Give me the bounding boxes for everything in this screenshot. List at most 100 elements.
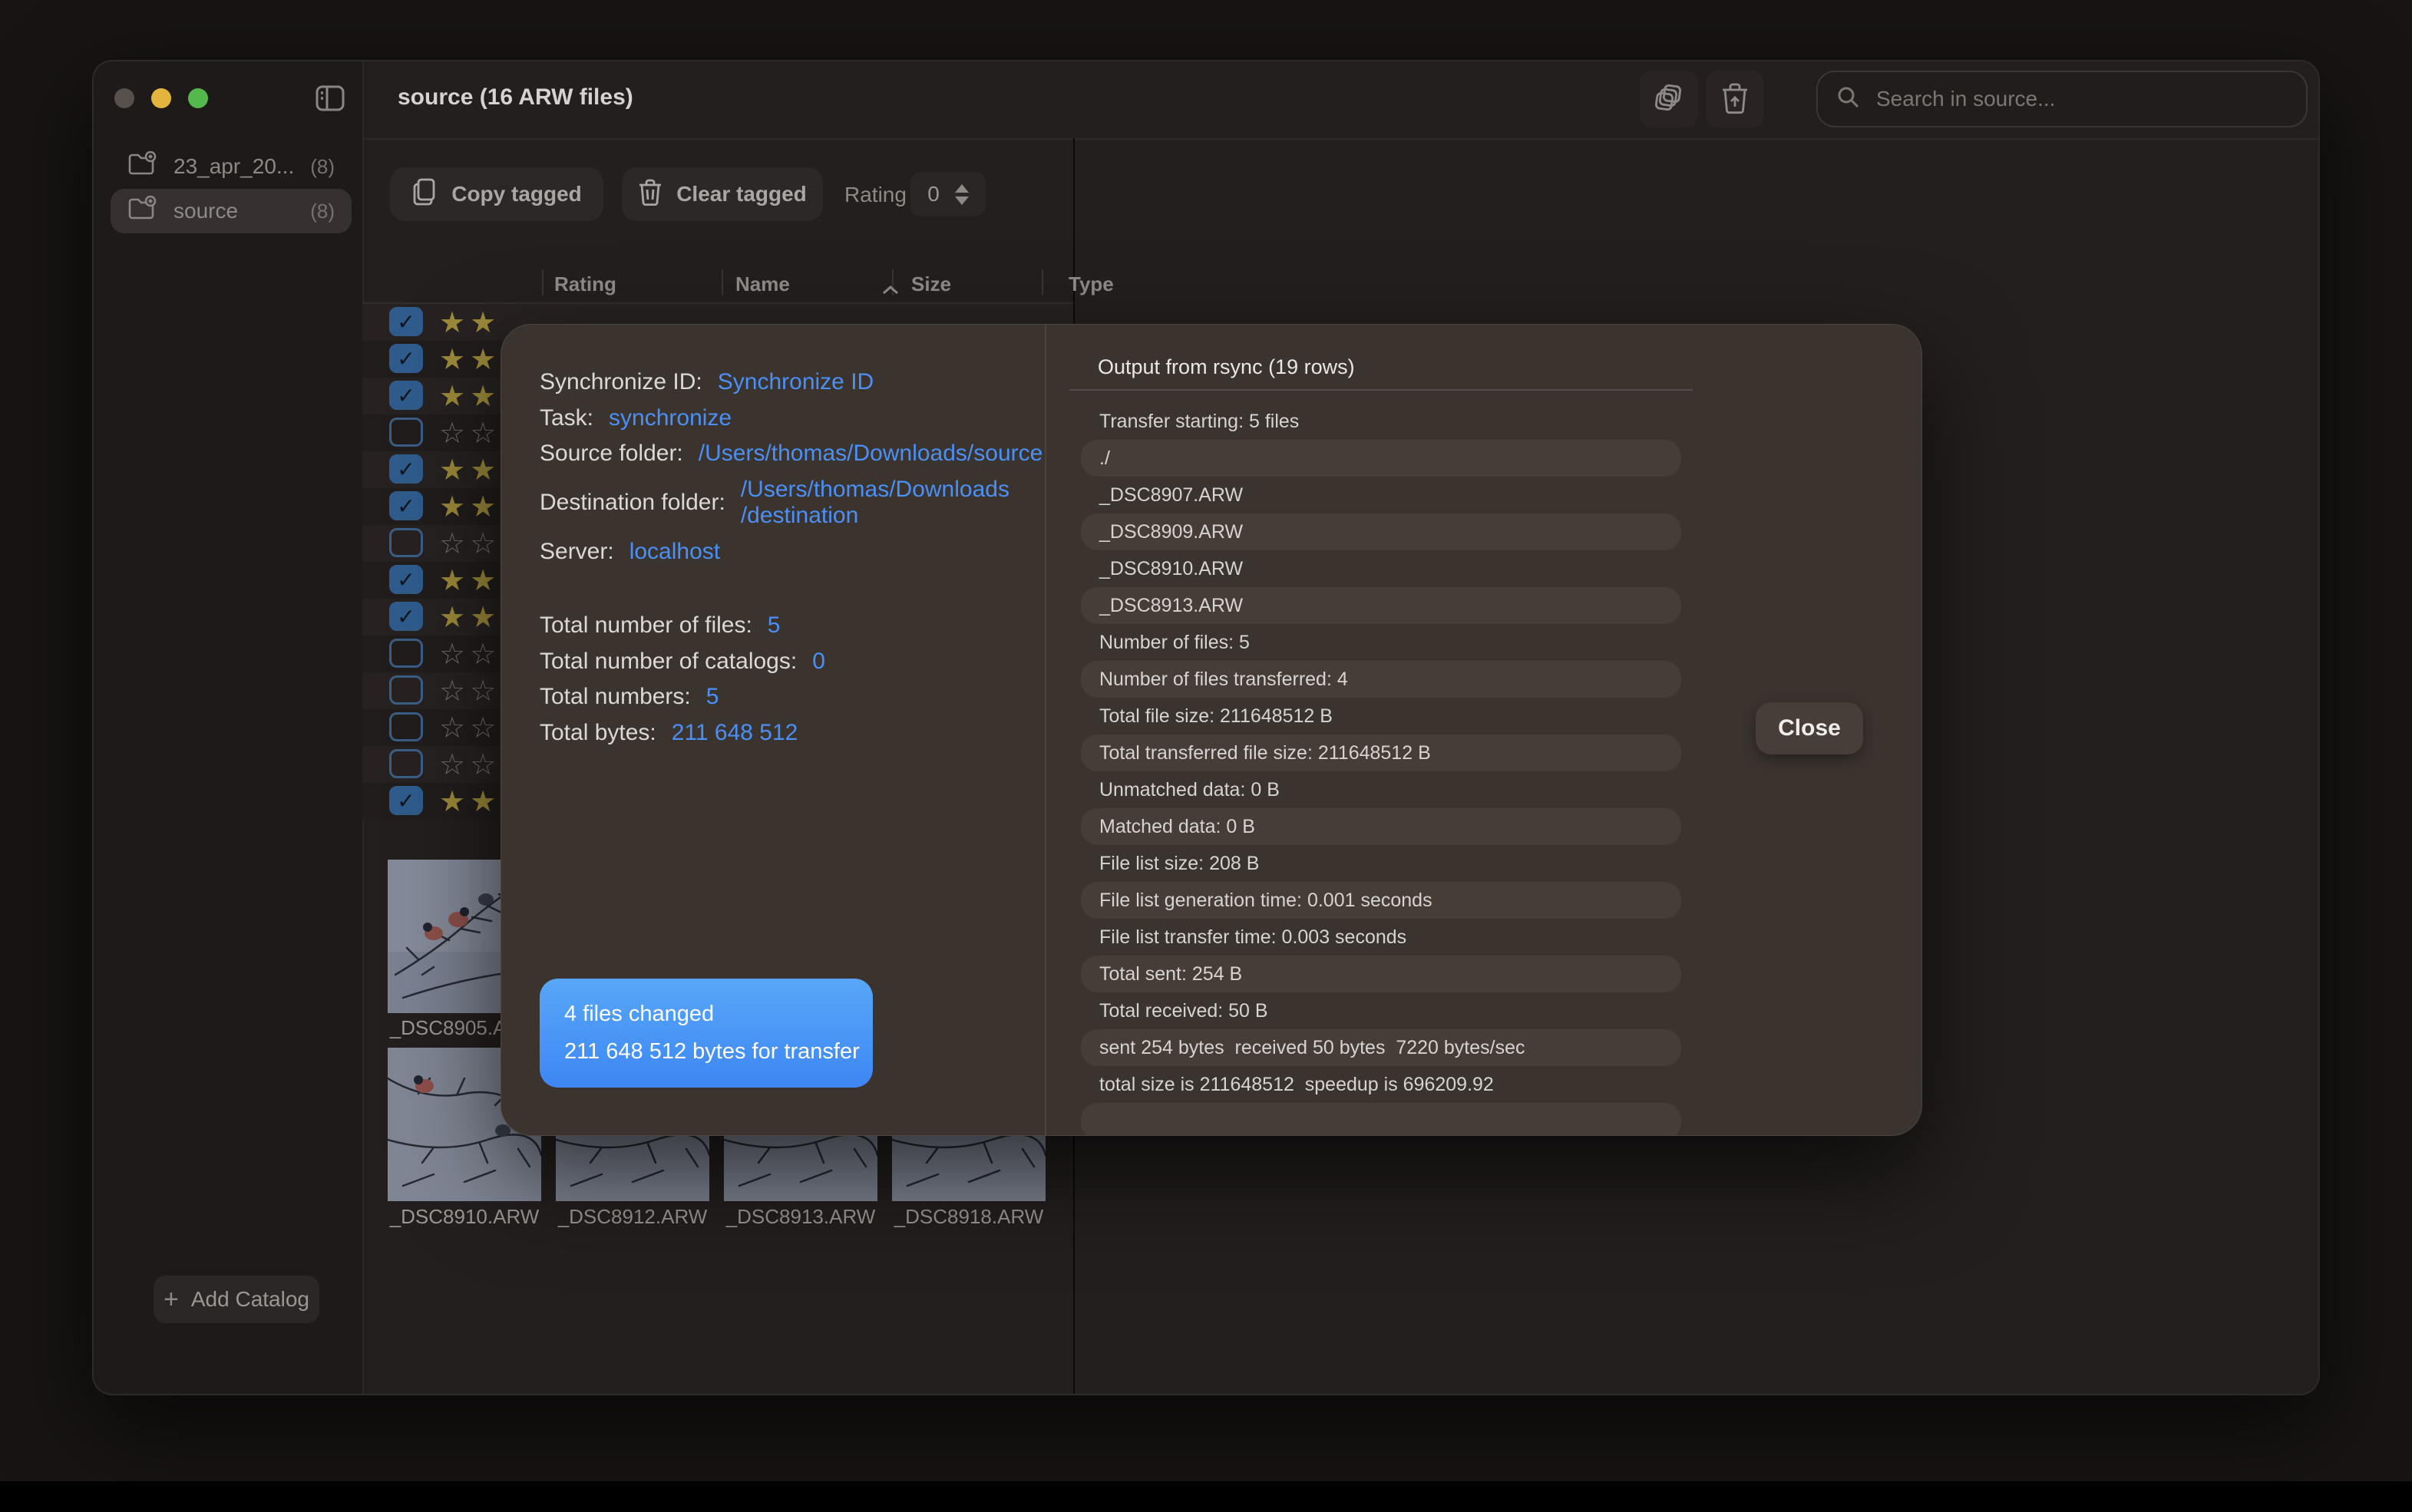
row-rating-stars[interactable]: ★★	[439, 451, 501, 488]
rsync-output-row[interactable]: Matched data: 0 B	[1081, 808, 1681, 845]
sidebar-item-23-apr[interactable]: 23_apr_20... (8)	[111, 144, 352, 189]
source-folder-link[interactable]: /Users/thomas/Downloads/source	[699, 441, 1043, 467]
destination-folder-link[interactable]: /Users/thomas/Downloads/destination	[741, 477, 1014, 530]
rsync-output-row[interactable]: Total received: 50 B	[1081, 992, 1681, 1029]
info-row: Synchronize ID: Synchronize ID	[540, 369, 1016, 396]
search-field[interactable]	[1816, 71, 2308, 127]
letterbox-bar	[0, 1481, 2412, 1512]
rsync-output-row[interactable]: _DSC8909.ARW	[1081, 513, 1681, 550]
total-label: Total numbers:	[540, 684, 691, 711]
sidebar-item-source[interactable]: source (8)	[111, 189, 352, 233]
row-rating-stars[interactable]: ★★	[439, 378, 501, 414]
rsync-output-row[interactable]: _DSC8907.ARW	[1081, 477, 1681, 513]
rsync-output-row[interactable]: _DSC8913.ARW	[1081, 587, 1681, 624]
info-row: Task: synchronize	[540, 405, 1016, 432]
stepper-chevrons-icon[interactable]	[955, 184, 969, 205]
synchronize-id-link[interactable]: Synchronize ID	[718, 369, 874, 396]
sidebar-item-label: 23_apr_20...	[173, 154, 310, 179]
row-rating-stars[interactable]: ☆☆	[439, 672, 501, 709]
row-checkbox[interactable]: ✓	[389, 454, 423, 484]
info-label: Task:	[540, 405, 593, 432]
search-input[interactable]	[1875, 86, 2288, 112]
row-rating-stars[interactable]: ☆☆	[439, 709, 501, 746]
row-checkbox[interactable]	[389, 528, 423, 557]
total-catalogs-value: 0	[812, 649, 825, 675]
row-checkbox[interactable]: ✓	[389, 381, 423, 410]
trash-icon	[638, 178, 662, 211]
rsync-output-row[interactable]: File list size: 208 B	[1081, 845, 1681, 882]
folder-plus-icon	[127, 151, 157, 183]
rsync-output-row[interactable]: File list generation time: 0.001 seconds	[1081, 882, 1681, 919]
sidebar: 23_apr_20... (8) source (8) + Add C	[94, 61, 364, 1394]
rsync-output-title: Output from rsync (19 rows)	[1098, 355, 1355, 379]
row-checkbox[interactable]	[389, 418, 423, 447]
total-files-value: 5	[768, 612, 781, 639]
close-button[interactable]: Close	[1756, 702, 1863, 754]
row-checkbox[interactable]: ✓	[389, 491, 423, 520]
dialog-divider	[1045, 325, 1046, 1135]
row-checkbox[interactable]: ✓	[389, 786, 423, 815]
row-rating-stars[interactable]: ★★	[439, 341, 501, 378]
rsync-output-row[interactable]: Total file size: 211648512 B	[1081, 698, 1681, 735]
rsync-output-row[interactable]: Number of files transferred: 4	[1081, 661, 1681, 698]
plus-icon: +	[164, 1286, 179, 1312]
rsync-output-row[interactable]: Total transferred file size: 211648512 B	[1081, 735, 1681, 771]
rsync-output-row[interactable]: Total sent: 254 B	[1081, 956, 1681, 992]
row-rating-stars[interactable]: ★★	[439, 599, 501, 636]
add-catalog-button[interactable]: + Add Catalog	[154, 1276, 319, 1323]
row-checkbox[interactable]	[389, 749, 423, 778]
rsync-output-row[interactable]: sent 254 bytes received 50 bytes 7220 by…	[1081, 1029, 1681, 1066]
copy-tagged-button[interactable]: Copy tagged	[390, 167, 603, 221]
rsync-output-row[interactable]: ./	[1081, 440, 1681, 477]
info-row: Destination folder: /Users/thomas/Downlo…	[540, 477, 1016, 530]
notification-line2: 211 648 512 bytes for transfer	[564, 1039, 873, 1065]
task-link[interactable]: synchronize	[609, 405, 732, 432]
info-row: Source folder: /Users/thomas/Downloads/s…	[540, 441, 1016, 467]
column-header-size[interactable]: Size	[911, 272, 951, 296]
row-rating-stars[interactable]: ☆☆	[439, 746, 501, 783]
row-checkbox[interactable]	[389, 712, 423, 741]
traffic-lights	[114, 88, 208, 108]
row-checkbox[interactable]: ✓	[389, 344, 423, 373]
column-header-type[interactable]: Type	[1069, 272, 1114, 296]
rsync-output-row[interactable]: total size is 211648512 speedup is 69620…	[1081, 1066, 1681, 1103]
trash-up-icon	[1720, 81, 1750, 117]
column-header-rating[interactable]: Rating	[554, 272, 616, 296]
row-rating-stars[interactable]: ☆☆	[439, 525, 501, 562]
row-checkbox[interactable]: ✓	[389, 565, 423, 594]
sort-ascending-icon	[881, 277, 900, 301]
close-window-icon[interactable]	[114, 88, 134, 108]
info-label: Synchronize ID:	[540, 369, 702, 396]
table-header: Rating Name Size Type	[362, 266, 1073, 302]
screen: 23_apr_20... (8) source (8) + Add C	[0, 0, 2412, 1512]
row-rating-stars[interactable]: ☆☆	[439, 636, 501, 672]
row-rating-stars[interactable]: ★★	[439, 783, 501, 820]
rsync-output-row[interactable]: Transfer starting: 5 files	[1081, 403, 1681, 440]
row-checkbox[interactable]: ✓	[389, 602, 423, 631]
row-rating-stars[interactable]: ★★	[439, 304, 501, 341]
total-bytes-value: 211 648 512	[672, 720, 798, 747]
duplicate-catalog-button[interactable]	[1640, 71, 1698, 127]
row-rating-stars[interactable]: ★★	[439, 562, 501, 599]
page-title: source (16 ARW files)	[398, 84, 633, 111]
rsync-output-row[interactable]: _DSC8910.ARW	[1081, 550, 1681, 587]
clear-tagged-label: Clear tagged	[676, 182, 807, 206]
minimize-window-icon[interactable]	[151, 88, 171, 108]
row-checkbox[interactable]	[389, 639, 423, 668]
layers-icon	[1652, 81, 1686, 117]
column-header-name[interactable]: Name	[735, 272, 790, 296]
rsync-output-row[interactable]: File list transfer time: 0.003 seconds	[1081, 919, 1681, 956]
zoom-window-icon[interactable]	[188, 88, 208, 108]
row-rating-stars[interactable]: ★★	[439, 488, 501, 525]
row-checkbox[interactable]	[389, 675, 423, 705]
row-rating-stars[interactable]: ☆☆	[439, 414, 501, 451]
sidebar-toggle-icon[interactable]	[315, 83, 345, 114]
rating-stepper[interactable]: 0	[910, 172, 986, 216]
clear-tagged-button[interactable]: Clear tagged	[622, 167, 823, 221]
rsync-output-row[interactable]: Number of files: 5	[1081, 624, 1681, 661]
empty-trash-button[interactable]	[1706, 71, 1764, 127]
rsync-output-row-partial	[1081, 1103, 1681, 1136]
server-link[interactable]: localhost	[629, 539, 720, 566]
row-checkbox[interactable]: ✓	[389, 307, 423, 336]
rsync-output-row[interactable]: Unmatched data: 0 B	[1081, 771, 1681, 808]
